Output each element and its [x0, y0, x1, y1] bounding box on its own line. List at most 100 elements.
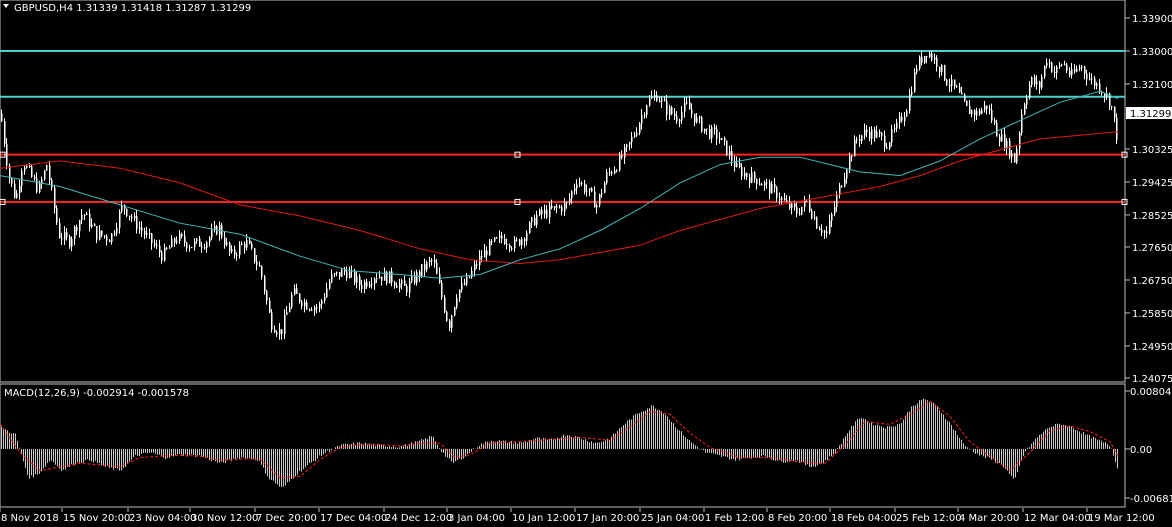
candle-body [31, 166, 33, 177]
candle-body [866, 129, 868, 132]
candle-body [179, 233, 181, 242]
candle-body [801, 206, 803, 215]
candle-body [1084, 66, 1086, 74]
candle-body [309, 309, 311, 311]
candle-body [99, 230, 101, 240]
candle-body [686, 102, 688, 104]
candle-body [106, 236, 108, 241]
current-price-tag: 1.31299 [1126, 107, 1172, 120]
candle-body [161, 252, 163, 261]
candle-body [781, 197, 783, 200]
candle-body [194, 241, 196, 248]
candle-body [726, 140, 728, 155]
candle-body [831, 213, 833, 221]
candle-body [1029, 85, 1031, 99]
candle-body [809, 200, 811, 211]
candle-body [204, 247, 206, 249]
candle-body [514, 239, 516, 249]
candle-body [909, 94, 911, 111]
candle-body [724, 138, 726, 141]
candle-body [674, 113, 676, 117]
time-tick-label: 8 Feb 20:00 [768, 513, 827, 524]
candle-body [441, 282, 443, 298]
candle-body [1111, 106, 1113, 108]
candle-body [466, 276, 468, 285]
candle-body [949, 84, 951, 86]
candle-body [864, 129, 866, 136]
candle-body [76, 226, 78, 232]
candle-body [201, 246, 203, 248]
candle-body [186, 242, 188, 249]
candle-body [389, 271, 391, 284]
candle-body [446, 311, 448, 321]
candle-body [999, 136, 1001, 142]
candle-body [921, 56, 923, 63]
time-tick-label: 30 Nov 12:00 [191, 513, 258, 524]
candle-body [184, 236, 186, 243]
candle-body [369, 284, 371, 287]
candle-body [436, 262, 438, 274]
price-tick-label: 1.26750 [1132, 276, 1172, 287]
candle-body [629, 142, 631, 145]
candle-body [874, 129, 876, 138]
candle-body [529, 222, 531, 233]
candle-body [464, 282, 466, 285]
candle-body [4, 121, 6, 144]
candle-body [534, 217, 536, 226]
candle-body [1036, 81, 1038, 85]
candle-body [316, 307, 318, 309]
candle-body [609, 172, 611, 174]
candle-body [29, 166, 31, 168]
candle-body [819, 228, 821, 230]
candle-body [111, 233, 113, 243]
candle-body [776, 187, 778, 199]
candle-body [499, 235, 501, 238]
candle-body [699, 117, 701, 119]
candle-body [159, 245, 161, 253]
candle-body [54, 187, 56, 209]
candle-body [496, 237, 498, 239]
candle-body [421, 264, 423, 276]
price-tick-label: 1.33000 [1132, 47, 1172, 58]
candle-body [854, 139, 856, 157]
chart-canvas[interactable]: 1.33900 1.33000 1.32100 1.30325 1.29425 1.285… [0, 0, 1172, 527]
candle-body [501, 235, 503, 239]
candle-body [964, 94, 966, 101]
candle-body [894, 128, 896, 130]
candle-body [56, 208, 58, 224]
candle-body [1059, 64, 1061, 67]
time-tick-label: 10 Jan 12:00 [512, 513, 575, 524]
candle-body [896, 122, 898, 129]
candle-body [206, 242, 208, 248]
candle-body [321, 300, 323, 305]
candle-body [969, 106, 971, 115]
candle-body [941, 65, 943, 72]
candle-body [746, 173, 748, 178]
candle-body [669, 107, 671, 115]
candle-body [849, 156, 851, 170]
candle-body [966, 100, 968, 107]
candle-body [1021, 113, 1023, 133]
candle-body [506, 243, 508, 245]
candle-body [1026, 98, 1028, 105]
candle-body [404, 280, 406, 286]
candle-body [901, 116, 903, 121]
candle-body [816, 217, 818, 229]
candle-body [996, 122, 998, 137]
candle-body [286, 312, 288, 316]
candle-body [1089, 78, 1091, 80]
candle-body [64, 232, 66, 240]
candle-body [641, 114, 643, 124]
candle-body [269, 300, 271, 313]
time-tick-label: 19 Mar 12:00 [1088, 513, 1155, 524]
candle-body [371, 283, 373, 285]
candle-body [139, 227, 141, 230]
candle-body [174, 238, 176, 243]
candle-body [576, 184, 578, 189]
candle-body [714, 127, 716, 130]
candle-body [1099, 83, 1101, 92]
candle-body [904, 116, 906, 121]
candle-body [471, 270, 473, 278]
candle-body [491, 240, 493, 242]
candle-body [291, 294, 293, 308]
